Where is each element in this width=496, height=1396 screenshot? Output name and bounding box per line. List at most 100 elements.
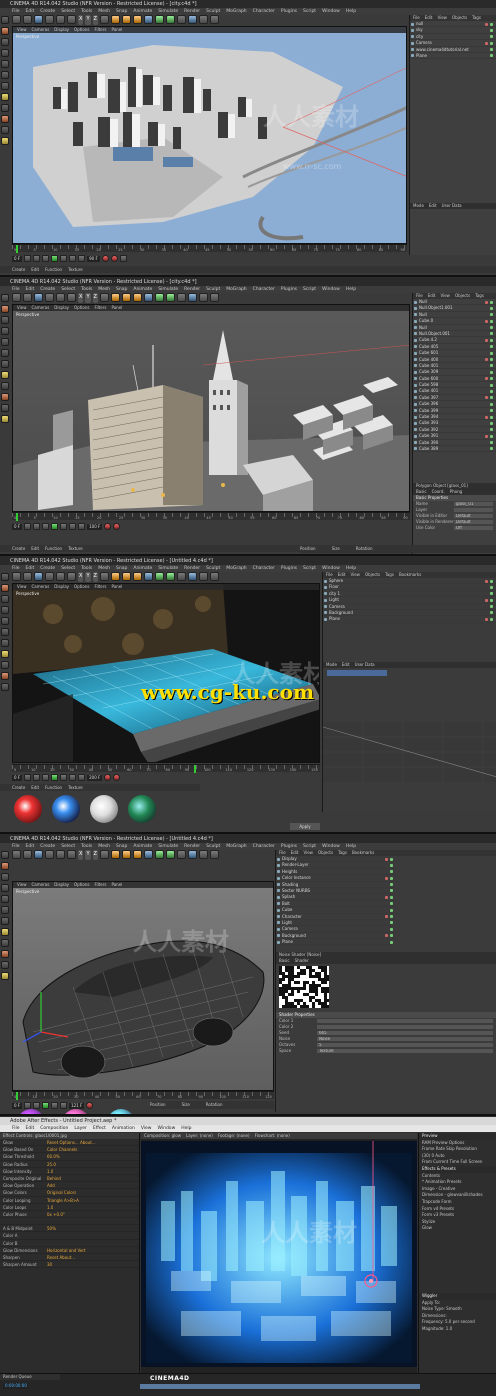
material-white-icon[interactable] <box>90 795 118 823</box>
go-to-start-icon[interactable] <box>24 255 32 262</box>
cube-primitive-icon[interactable] <box>143 572 153 581</box>
record-icon[interactable] <box>104 774 112 781</box>
viewport-menu-item-0[interactable]: View <box>17 584 27 589</box>
panel-row[interactable]: Noise Type: Smooth <box>419 1306 496 1313</box>
material-blue-icon[interactable] <box>52 795 80 823</box>
deformer-icon[interactable] <box>176 293 186 302</box>
x-axis-toggle[interactable]: X <box>78 850 84 860</box>
enable-axis-icon[interactable] <box>1 371 9 379</box>
material-menu-item-1[interactable]: Edit <box>31 267 39 272</box>
visibility-icon[interactable] <box>390 870 393 874</box>
planar-workplane-icon[interactable] <box>1 972 9 980</box>
visibility-icon[interactable] <box>490 35 493 39</box>
move-icon[interactable] <box>45 15 54 24</box>
go-to-end-icon[interactable] <box>60 1102 68 1109</box>
object-manager-tab-1[interactable]: Edit <box>338 572 346 577</box>
record-icon[interactable] <box>104 523 112 530</box>
menu-item-5[interactable]: Mesh <box>98 9 110 14</box>
visibility-icon[interactable] <box>490 611 493 615</box>
model-mode-icon[interactable] <box>1 862 9 870</box>
scale-icon[interactable] <box>56 15 65 24</box>
z-axis-toggle[interactable]: Z <box>92 850 98 860</box>
move-icon[interactable] <box>45 850 54 859</box>
attribute-value[interactable] <box>454 508 493 512</box>
light-icon[interactable] <box>209 572 219 581</box>
visibility-icon[interactable] <box>490 409 493 413</box>
visibility-icon[interactable] <box>490 396 493 400</box>
menu-item-16[interactable]: Help <box>346 287 356 292</box>
tag-icon[interactable] <box>385 934 388 938</box>
tweak-icon[interactable] <box>1 939 9 947</box>
attribute-value[interactable] <box>317 1025 493 1029</box>
camera-icon[interactable] <box>198 572 208 581</box>
enable-axis-icon[interactable] <box>1 650 9 658</box>
play-icon[interactable] <box>51 523 59 530</box>
viewport-menu-item-2[interactable]: Display <box>54 882 69 887</box>
menu-item-14[interactable]: Script <box>303 566 316 571</box>
polygons-mode-icon[interactable] <box>1 360 9 368</box>
edges-mode-icon[interactable] <box>1 906 9 914</box>
menu-item-2[interactable]: Create <box>40 844 55 849</box>
record-icon[interactable] <box>101 255 109 262</box>
enable-axis-icon[interactable] <box>1 93 9 101</box>
attribute-value[interactable]: Default <box>454 520 493 524</box>
coordinate-system-icon[interactable] <box>99 572 109 581</box>
menu-item-8[interactable]: Simulate <box>158 844 178 849</box>
object-manager-tab-1[interactable]: Edit <box>428 293 436 298</box>
viewport-menu-item-0[interactable]: View <box>17 305 27 310</box>
go-to-end-icon[interactable] <box>78 255 86 262</box>
menu-item-7[interactable]: Animate <box>133 287 152 292</box>
snap-icon[interactable] <box>1 950 9 958</box>
keyframe-selection-icon[interactable] <box>119 255 127 262</box>
previous-frame-icon[interactable] <box>42 774 50 781</box>
tag-icon[interactable] <box>385 895 388 899</box>
material-teal-icon[interactable] <box>107 1109 135 1114</box>
menu-item-4[interactable]: Tools <box>81 566 92 571</box>
attribute-tab-1[interactable]: Edit <box>429 203 437 208</box>
go-to-start-icon[interactable] <box>24 523 32 530</box>
attribute-value[interactable]: Default <box>454 514 493 518</box>
menu-item-4[interactable]: Tools <box>81 844 92 849</box>
autokey-icon[interactable] <box>113 774 121 781</box>
lock-workplane-icon[interactable] <box>1 404 9 412</box>
visibility-icon[interactable] <box>390 934 393 938</box>
visibility-icon[interactable] <box>390 889 393 893</box>
effect-property-value[interactable]: 30 <box>47 1261 52 1267</box>
panel-row[interactable]: Trapcode Form <box>419 1199 496 1206</box>
effect-property-value[interactable]: Original Colors <box>47 1189 76 1195</box>
menu-item-13[interactable]: Plugins <box>281 844 297 849</box>
attribute-value[interactable]: Texture <box>317 1049 493 1053</box>
object-manager-tab-3[interactable]: Objects <box>365 572 380 577</box>
scale-icon[interactable] <box>56 572 65 581</box>
planar-workplane-icon[interactable] <box>1 137 9 145</box>
effect-property-row[interactable]: Color Loops 1.0 <box>0 1204 139 1211</box>
menu-item-3[interactable]: Layer <box>74 1126 87 1131</box>
panel-row[interactable]: Frame Rate Skip Resolution <box>419 1146 496 1153</box>
y-axis-toggle[interactable]: Y <box>85 293 91 303</box>
menu-item-13[interactable]: Plugins <box>281 9 297 14</box>
select-icon[interactable] <box>34 293 43 302</box>
deformer-icon[interactable] <box>176 572 186 581</box>
material-pink-icon[interactable] <box>62 1109 90 1114</box>
subdivision-icon[interactable] <box>154 15 164 24</box>
tag-icon[interactable] <box>485 598 488 602</box>
menu-item-10[interactable]: Sculpt <box>206 566 220 571</box>
render-picture-viewer-icon[interactable] <box>121 15 131 24</box>
object-manager-tab-2[interactable]: View <box>350 572 360 577</box>
panel-row[interactable]: From Current Time Full Screen <box>419 1159 496 1166</box>
light-icon[interactable] <box>209 15 219 24</box>
viewport-menu-item-5[interactable]: Panel <box>111 584 122 589</box>
snap-icon[interactable] <box>1 115 9 123</box>
visibility-icon[interactable] <box>390 927 393 931</box>
visibility-icon[interactable] <box>490 428 493 432</box>
viewport-menu-item-4[interactable]: Filters <box>94 305 106 310</box>
attribute-value[interactable]: Noise <box>317 1037 493 1041</box>
texture-mode-icon[interactable] <box>1 595 9 603</box>
menu-item-10[interactable]: Sculpt <box>206 9 220 14</box>
object-manager-tab-4[interactable]: Tags <box>385 572 394 577</box>
select-icon[interactable] <box>34 15 43 24</box>
object-manager-tab-4[interactable]: Tags <box>475 293 484 298</box>
menu-item-0[interactable]: File <box>12 844 20 849</box>
viewport-menu-item-3[interactable]: Options <box>74 27 89 32</box>
move-icon[interactable] <box>45 293 54 302</box>
